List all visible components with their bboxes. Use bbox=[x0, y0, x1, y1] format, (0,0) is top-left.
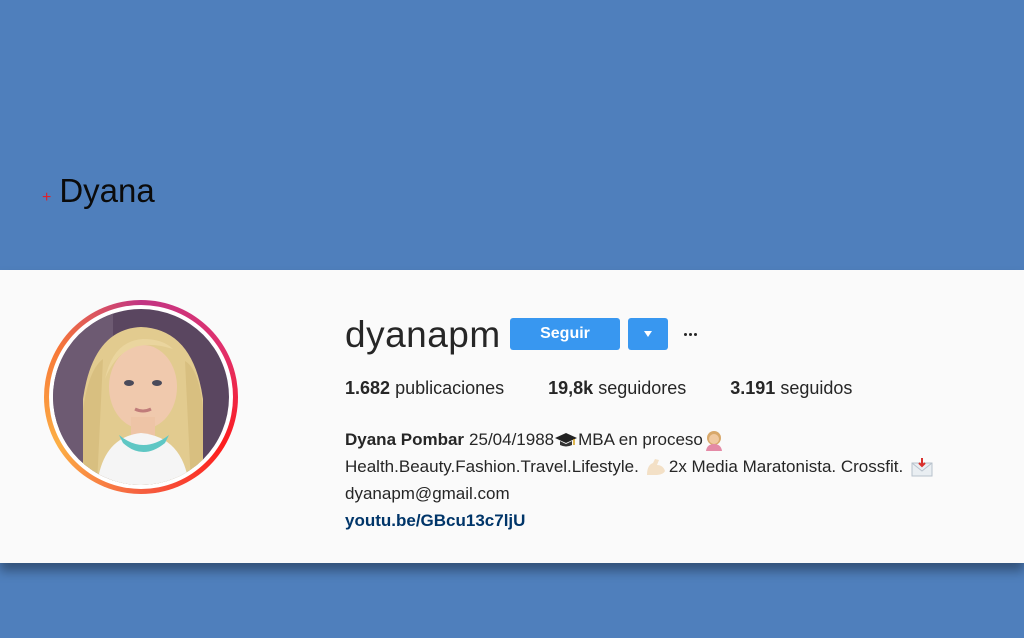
woman-tipping-hand-icon bbox=[705, 430, 722, 451]
bio-website-link[interactable]: youtu.be/GBcu13c7ljU bbox=[345, 507, 525, 534]
graduation-cap-icon bbox=[555, 432, 578, 446]
ellipsis-icon bbox=[683, 332, 687, 336]
ellipsis-icon bbox=[688, 332, 692, 336]
stat-followers[interactable]: 19,8k seguidores bbox=[548, 378, 686, 399]
triangle-down-icon bbox=[644, 331, 652, 337]
following-count: 3.191 bbox=[730, 378, 776, 398]
bio-marathon: 2x Media Maratonista. Crossfit. bbox=[668, 457, 904, 476]
followers-count: 19,8k bbox=[548, 378, 594, 398]
bio-line-2: Health.Beauty.Fashion.Travel.Lifestyle. … bbox=[345, 453, 1015, 480]
posts-label: publicaciones bbox=[395, 378, 505, 398]
flexed-biceps-icon bbox=[646, 458, 665, 475]
stat-following[interactable]: 3.191 seguidos bbox=[730, 378, 852, 399]
bio-line-3: dyanapm@gmail.com bbox=[345, 480, 1015, 507]
avatar bbox=[53, 309, 229, 485]
bio-full-name: Dyana Pombar bbox=[345, 430, 465, 449]
stat-posts[interactable]: 1.682 publicaciones bbox=[345, 378, 504, 399]
ellipsis-icon bbox=[693, 332, 697, 336]
followers-label: seguidores bbox=[598, 378, 687, 398]
posts-count: 1.682 bbox=[345, 378, 391, 398]
bio-birthdate: 25/04/1988 bbox=[469, 430, 555, 449]
follow-button[interactable]: Seguir bbox=[510, 318, 620, 350]
profile-stats: 1.682 publicaciones 19,8k seguidores 3.1… bbox=[345, 378, 896, 399]
avatar-story-ring[interactable] bbox=[44, 300, 238, 494]
slide-title: + Dyana bbox=[42, 172, 155, 210]
bio-mba: MBA en proceso bbox=[578, 430, 703, 449]
slide-title-text: Dyana bbox=[59, 172, 155, 209]
instagram-profile-screenshot: dyanapm Seguir 1.682 publicaciones 19,8k… bbox=[0, 270, 1024, 563]
bio-email[interactable]: dyanapm@gmail.com bbox=[345, 480, 510, 507]
bio-line-1: Dyana Pombar 25/04/1988 MBA en proceso bbox=[345, 426, 1015, 453]
bio-interests: Health.Beauty.Fashion.Travel.Lifestyle. bbox=[345, 457, 639, 476]
profile-username: dyanapm bbox=[345, 314, 501, 355]
following-label: seguidos bbox=[780, 378, 853, 398]
suggestions-dropdown-button[interactable] bbox=[628, 318, 668, 350]
envelope-arrow-icon bbox=[911, 457, 933, 476]
bullet-marker: + bbox=[42, 189, 52, 206]
more-options-button[interactable] bbox=[680, 322, 700, 346]
avatar-gap bbox=[49, 305, 233, 489]
bio-line-4: youtu.be/GBcu13c7ljU bbox=[345, 507, 1015, 534]
profile-bio: Dyana Pombar 25/04/1988 MBA en proceso H… bbox=[345, 426, 1015, 534]
